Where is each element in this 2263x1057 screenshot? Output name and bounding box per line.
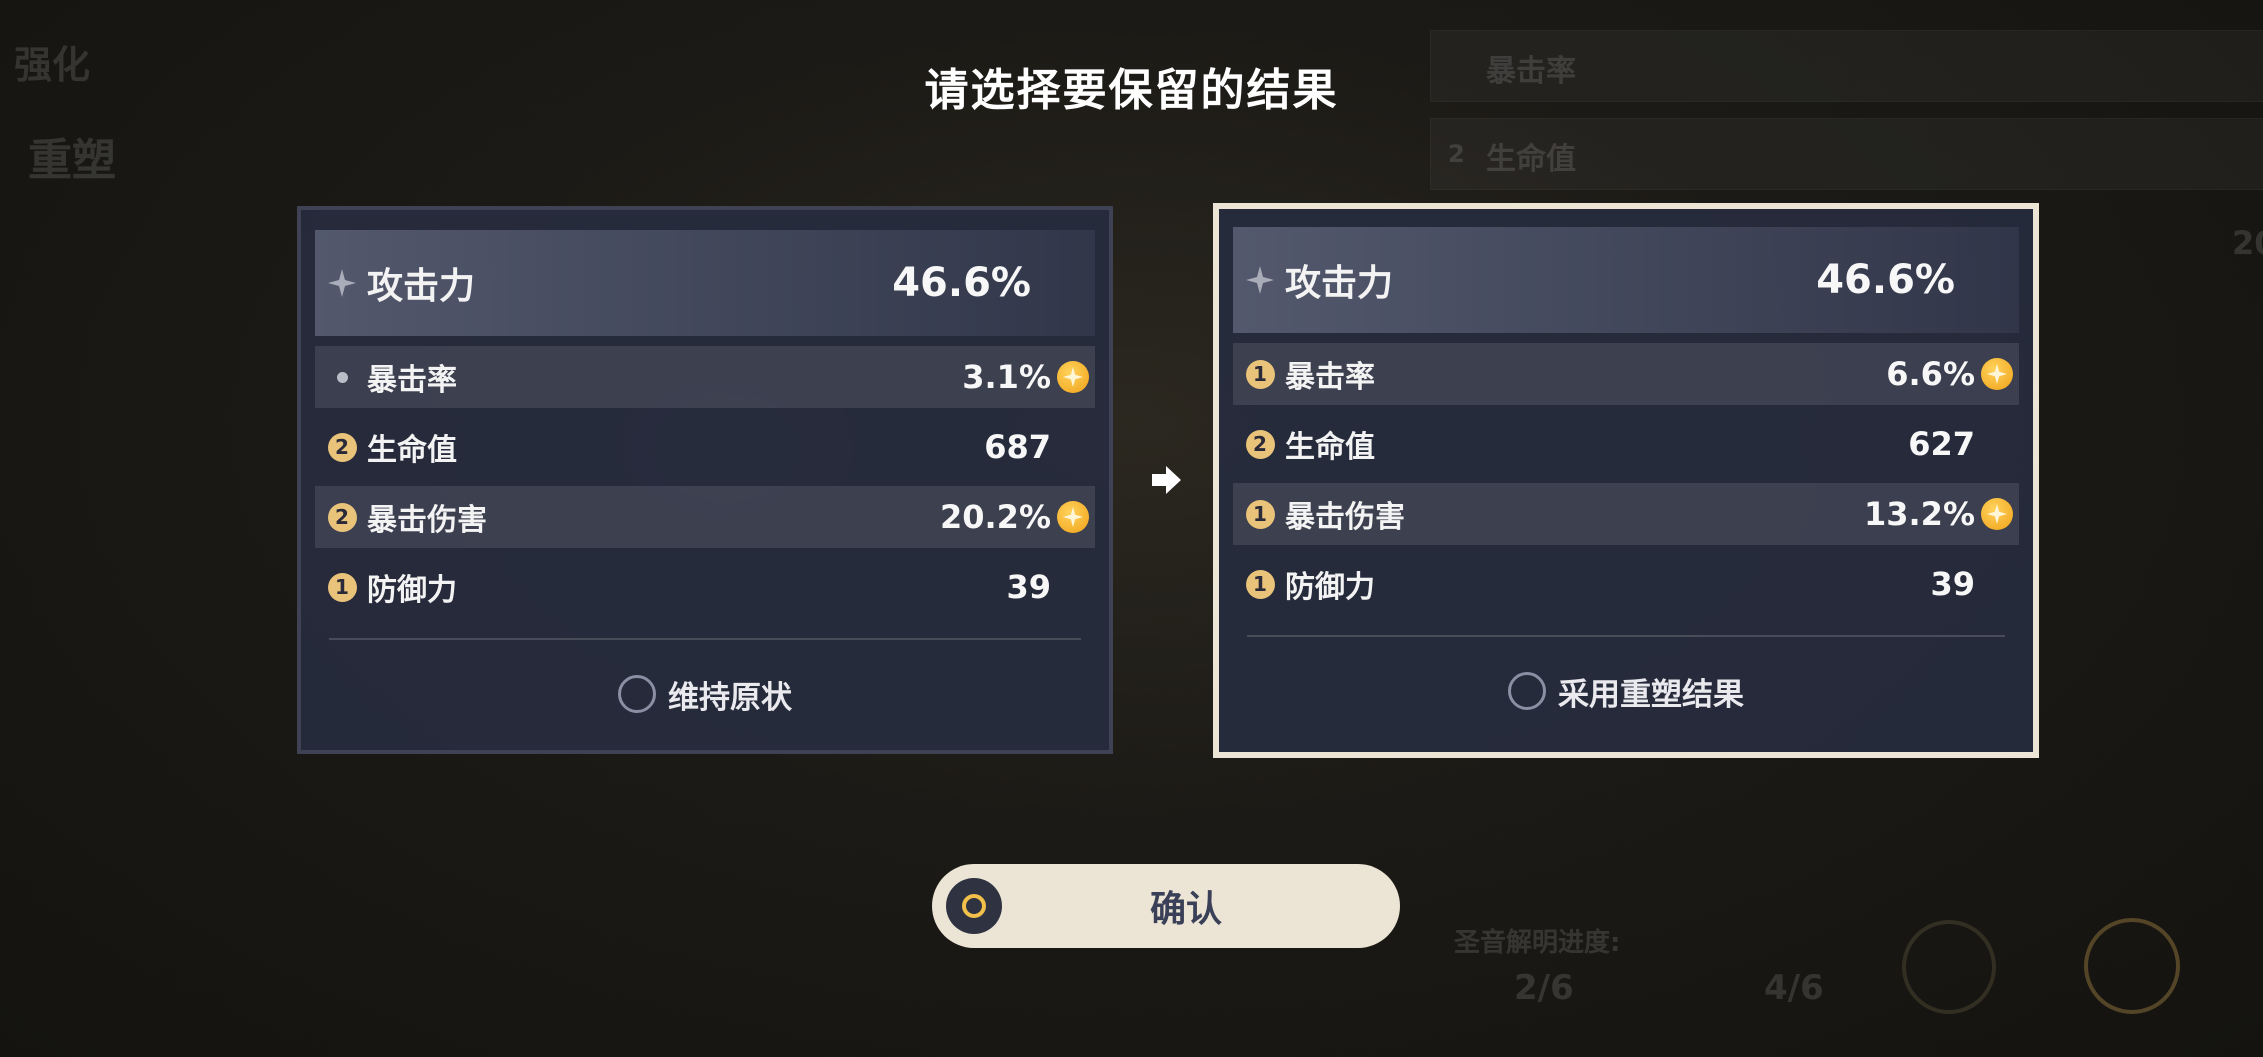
- sub-stat-name: 暴击伤害: [1285, 500, 1405, 535]
- main-stat-value: 46.6%: [892, 260, 1031, 306]
- bg-stat-value: 20: [2232, 224, 2263, 262]
- gold-star-badge-icon: [1981, 358, 2013, 390]
- option-keep-original[interactable]: 攻击力 46.6% 暴击率 3.1% 2 生命值 687 2 暴击伤害 20.2…: [297, 206, 1113, 754]
- radio-button[interactable]: [1508, 672, 1546, 710]
- sub-stat-row: 暴击率 3.1%: [315, 346, 1095, 408]
- main-stat-value: 46.6%: [1816, 257, 1955, 303]
- sub-stat-value: 627: [1908, 425, 1975, 463]
- gold-star-badge-icon: [1057, 501, 1089, 533]
- sub-stat-row: 1 防御力 39: [1233, 553, 2019, 615]
- four-point-star-icon: [327, 268, 357, 298]
- main-stat-name: 攻击力: [367, 266, 476, 307]
- choice-label: 维持原状: [668, 679, 792, 716]
- upgrade-count-badge-icon: 1: [1245, 359, 1275, 389]
- main-stat-name: 攻击力: [1285, 263, 1394, 304]
- sub-stat-value: 39: [1930, 565, 1975, 603]
- sub-stat-value: 39: [1006, 568, 1051, 606]
- circle-button-icon: [946, 878, 1002, 934]
- sub-stat-name: 防御力: [1285, 570, 1375, 605]
- keep-original-choice[interactable]: 维持原状: [301, 670, 1109, 718]
- bg-progress-to: 4/6: [1764, 968, 1824, 1008]
- upgrade-count-badge-icon: 2: [327, 432, 357, 462]
- bg-progress-node-icon: [2084, 918, 2180, 1014]
- radio-button[interactable]: [618, 675, 656, 713]
- choice-label: 采用重塑结果: [1558, 676, 1744, 713]
- bullet-dot-icon: [327, 362, 357, 392]
- page-title: 请选择要保留的结果: [924, 65, 1339, 116]
- upgrade-count-badge-icon: 1: [327, 572, 357, 602]
- gold-star-badge-icon: [1981, 498, 2013, 530]
- bg-progress-node-icon: [1902, 920, 1996, 1014]
- bg-menu-reforge: 重塑: [28, 135, 116, 186]
- gold-star-badge-icon: [1057, 361, 1089, 393]
- use-reforge-choice[interactable]: 采用重塑结果: [1219, 667, 2033, 715]
- main-stat-row: 攻击力 46.6%: [315, 230, 1095, 336]
- sub-stat-value: 13.2%: [1863, 495, 1975, 533]
- sub-stat-row: 1 暴击伤害 13.2%: [1233, 483, 2019, 545]
- divider: [329, 638, 1081, 640]
- main-stat-row: 攻击力 46.6%: [1233, 227, 2019, 333]
- sub-stat-name: 生命值: [367, 433, 457, 468]
- four-point-star-icon: [1245, 265, 1275, 295]
- sub-stat-name: 暴击率: [1285, 360, 1375, 395]
- sub-stat-value: 687: [984, 428, 1051, 466]
- bg-progress-from: 2/6: [1514, 968, 1574, 1008]
- confirm-label: 确认: [1149, 889, 1222, 930]
- arrow-right-icon: [1148, 462, 1184, 498]
- sub-stat-row: 1 暴击率 6.6%: [1233, 343, 2019, 405]
- upgrade-count-badge-icon: 2: [1245, 429, 1275, 459]
- sub-stat-value: 20.2%: [939, 498, 1051, 536]
- bg-badge: 2: [1448, 140, 1465, 168]
- sub-stat-row: 2 暴击伤害 20.2%: [315, 486, 1095, 548]
- option-use-reforge-result[interactable]: 攻击力 46.6% 1 暴击率 6.6% 2 生命值 627 1 暴击伤害 13…: [1213, 203, 2039, 758]
- divider: [1247, 635, 2005, 637]
- upgrade-count-badge-icon: 1: [1245, 499, 1275, 529]
- sub-stat-name: 暴击伤害: [367, 503, 487, 538]
- upgrade-count-badge-icon: 2: [327, 502, 357, 532]
- sub-stat-row: 2 生命值 627: [1233, 413, 2019, 475]
- sub-stat-value: 6.6%: [1886, 355, 1975, 393]
- upgrade-count-badge-icon: 1: [1245, 569, 1275, 599]
- bg-stat-row: [1430, 118, 2263, 190]
- bg-stat-name: 生命值: [1486, 142, 1576, 177]
- sub-stat-name: 防御力: [367, 573, 457, 608]
- bg-progress-label: 圣音解明进度:: [1454, 928, 1621, 958]
- sub-stat-name: 生命值: [1285, 430, 1375, 465]
- sub-stat-value: 3.1%: [962, 358, 1051, 396]
- sub-stat-row: 1 防御力 39: [315, 556, 1095, 618]
- sub-stat-row: 2 生命值 687: [315, 416, 1095, 478]
- confirm-button[interactable]: 确认: [932, 864, 1400, 948]
- sub-stat-name: 暴击率: [367, 363, 457, 398]
